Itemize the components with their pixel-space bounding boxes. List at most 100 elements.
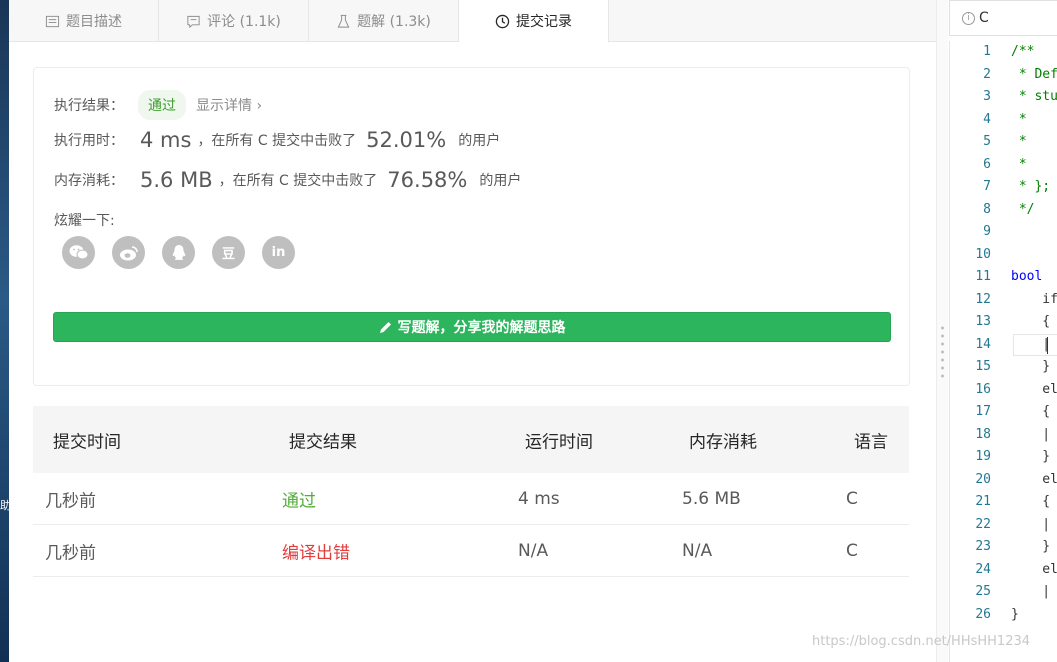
header-language: 语言: [854, 432, 888, 452]
problem-tabs: 题目描述 评论 (1.1k) 题解 (1.3k) 提交记录: [9, 0, 936, 43]
runtime-label: 执行用时：: [54, 133, 124, 149]
show-details-link[interactable]: 显示详情 ›: [196, 95, 262, 115]
line-number: 14: [975, 336, 991, 352]
code-line: |: [1011, 584, 1051, 599]
memory-row: 内存消耗： 5.6 MB ，在所有 C 提交中击败了 76.58% 的用户: [54, 168, 521, 192]
table-header: 提交时间 提交结果 运行时间 内存消耗 语言: [33, 406, 909, 473]
table-row[interactable]: 几秒前 通过 4 ms 5.6 MB C: [33, 473, 909, 525]
memory-percent: 76.58%: [387, 168, 468, 192]
line-number: 15: [975, 359, 991, 374]
header-submit-time: 提交时间: [53, 432, 121, 452]
line-number: 25: [975, 584, 991, 599]
weibo-icon[interactable]: [112, 236, 145, 269]
wechat-icon[interactable]: [62, 236, 95, 269]
cell-language: C: [846, 488, 858, 509]
line-number-gutter: 1 2 3 4 5 6 7 8 9 10 11 12 13 14 15 16 17 18 19 20 21 22 23 24 2…: [950, 41, 1000, 626]
code-line: }: [1011, 359, 1051, 374]
memory-value: 5.6 MB: [140, 168, 213, 192]
line-number: 21: [975, 494, 991, 509]
line-number: 23: [975, 539, 991, 554]
runtime-row: 执行用时： 4 ms ，在所有 C 提交中击败了 52.01% 的用户: [54, 128, 500, 152]
submission-result-card: 执行结果： 通过 显示详情 › 执行用时： 4 ms ，在所有 C 提交中击败了…: [33, 67, 910, 386]
qq-icon[interactable]: [162, 236, 195, 269]
line-number: 19: [975, 449, 991, 464]
code-line: /**: [1011, 44, 1035, 59]
line-number: 11: [975, 269, 991, 284]
code-line: el: [1011, 381, 1057, 397]
watermark: https://blog.csdn.net/HHsHH1234: [812, 634, 1031, 649]
cell-result[interactable]: 编译出错: [282, 538, 350, 563]
code-line: */: [1011, 201, 1035, 217]
line-number: 16: [975, 381, 991, 397]
line-number: 20: [975, 471, 991, 487]
code-line: bool: [1011, 269, 1051, 284]
tab-submissions-label: 提交记录: [516, 14, 572, 30]
share-row: 炫耀一下:: [54, 210, 115, 230]
pencil-icon: [379, 321, 391, 333]
tab-comments[interactable]: 评论 (1.1k): [159, 0, 309, 42]
language-selector[interactable]: i C: [949, 0, 1057, 36]
code-line: if: [1011, 291, 1057, 307]
code-line: el: [1011, 561, 1057, 577]
line-number: 6: [983, 156, 991, 172]
submissions-table: 提交时间 提交结果 运行时间 内存消耗 语言 几秒前 通过 4 ms 5.6 M…: [33, 406, 909, 577]
description-icon: [45, 15, 60, 27]
cell-time: 几秒前: [45, 491, 96, 511]
line-number: 1: [983, 44, 991, 59]
code-line: }: [1011, 606, 1019, 622]
line-number: 12: [975, 291, 991, 307]
share-label: 炫耀一下:: [54, 213, 115, 229]
cell-time: 几秒前: [45, 543, 96, 563]
header-runtime: 运行时间: [525, 432, 593, 452]
line-number: 13: [975, 314, 991, 329]
code-line: |: [1011, 516, 1051, 532]
line-number: 18: [975, 426, 991, 442]
code-line: {: [1011, 404, 1051, 419]
write-solution-button[interactable]: 写题解，分享我的解题思路: [53, 312, 891, 342]
douban-glyph: 豆: [221, 247, 235, 262]
text-caret: [1047, 337, 1048, 354]
drag-dots-icon: [941, 324, 944, 380]
code-line: * };: [1011, 179, 1051, 194]
tab-solutions[interactable]: 题解 (1.3k): [309, 0, 459, 42]
table-row[interactable]: 几秒前 编译出错 N/A N/A C: [33, 525, 909, 577]
cell-result[interactable]: 通过: [282, 486, 316, 511]
memory-label: 内存消耗：: [54, 173, 124, 189]
linkedin-glyph: in: [271, 245, 286, 260]
line-number: 10: [975, 246, 991, 262]
tab-comments-label: 评论 (1.1k): [207, 14, 281, 30]
desktop-edge: 助: [0, 0, 11, 662]
clock-icon: [495, 14, 510, 28]
code-editor[interactable]: 1 2 3 4 5 6 7 8 9 10 11 12 13 14 15 16 17 18 19 20 21 22 23 24 2…: [949, 41, 1057, 662]
code-line: * stu: [1011, 89, 1057, 104]
line-number: 9: [983, 224, 991, 239]
runtime-value: 4 ms: [140, 128, 192, 152]
tab-submissions[interactable]: 提交记录: [459, 0, 609, 43]
info-icon: i: [962, 11, 975, 25]
line-number: 5: [983, 134, 991, 149]
line-number: 2: [983, 66, 991, 82]
line-number: 8: [983, 201, 991, 217]
cell-language: C: [846, 540, 858, 561]
douban-icon[interactable]: 豆: [212, 236, 245, 269]
tab-description[interactable]: 题目描述: [9, 0, 159, 42]
comment-icon: [187, 15, 200, 28]
line-number: 24: [975, 561, 991, 577]
code-line: el: [1011, 471, 1057, 487]
line-number: 17: [975, 404, 991, 419]
line-number: 4: [983, 111, 991, 127]
code-line: {: [1011, 314, 1051, 329]
header-submit-result: 提交结果: [289, 432, 357, 452]
line-number: 26: [975, 606, 991, 622]
code-line: *: [1011, 156, 1027, 172]
cell-runtime: N/A: [518, 540, 549, 561]
line-number: 7: [983, 179, 991, 194]
share-icons: 豆 in: [62, 236, 295, 269]
panel-resize-handle[interactable]: [936, 0, 948, 662]
runtime-percent: 52.01%: [366, 128, 447, 152]
code-line: *: [1011, 111, 1027, 127]
linkedin-icon[interactable]: in: [262, 236, 295, 269]
code-line: }: [1011, 449, 1051, 464]
